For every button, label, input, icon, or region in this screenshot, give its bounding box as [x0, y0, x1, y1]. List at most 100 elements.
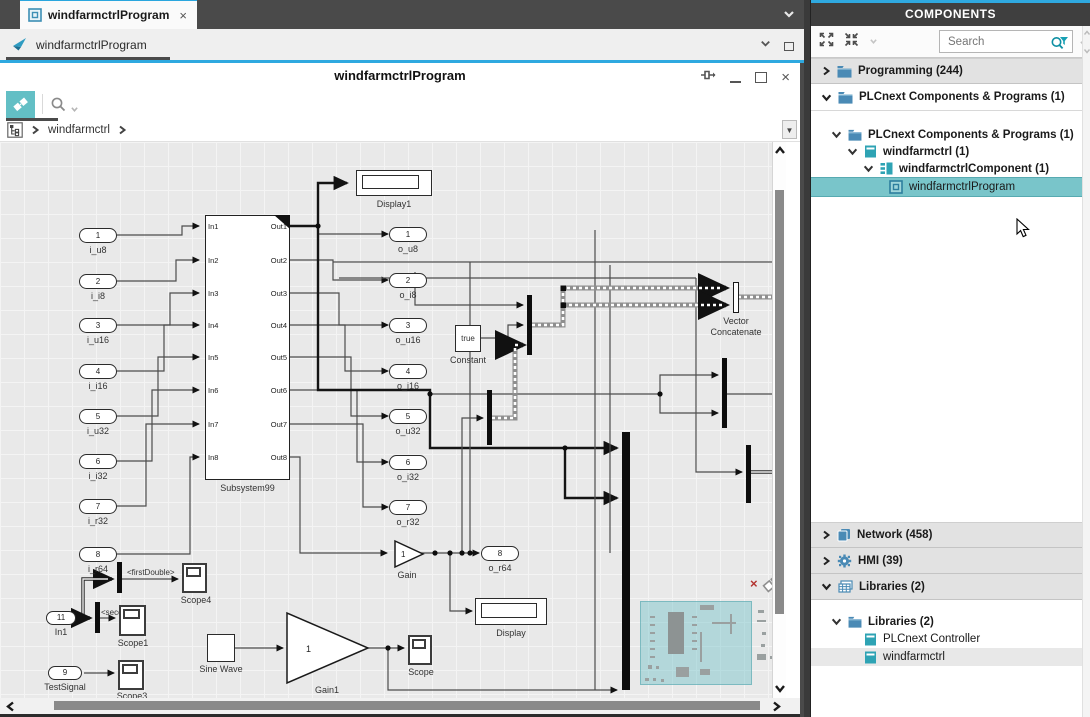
scroll-down-icon[interactable] [774, 684, 786, 693]
inport-block[interactable]: 11 [46, 611, 76, 625]
tree-section-network[interactable]: Network (458) [811, 522, 1090, 548]
outport-block[interactable]: 7 [389, 500, 427, 515]
pin-icon[interactable] [700, 68, 716, 86]
outport-block[interactable]: 5 [389, 409, 427, 424]
chevron-down-icon[interactable] [863, 164, 874, 173]
close-icon[interactable]: × [781, 72, 790, 83]
demux-block[interactable] [95, 602, 100, 633]
toolbar-more-chevron-icon[interactable] [869, 38, 878, 45]
panel-scrollbar[interactable] [1082, 26, 1090, 717]
scope3-block[interactable] [118, 660, 144, 690]
tree-section-hmi[interactable]: HMI (39) [811, 548, 1090, 574]
scroll-right-icon[interactable] [772, 701, 781, 712]
canvas-vertical-scrollbar[interactable] [772, 142, 786, 698]
tree-item-windfarmctrlprogram-selected[interactable]: windfarmctrlProgram [811, 177, 1090, 197]
outport-block[interactable]: 3 [389, 318, 427, 333]
tree-item-windfarmctrlcomponent[interactable]: windfarmctrlComponent (1) [811, 160, 1090, 177]
expand-all-button[interactable] [819, 32, 834, 52]
inport-block[interactable]: 6 [79, 454, 117, 469]
horizontal-scroll-thumb[interactable] [54, 701, 760, 710]
maximize-icon[interactable] [755, 72, 767, 83]
outport-label: o_r32 [389, 517, 427, 527]
chevron-right-icon[interactable] [821, 556, 831, 566]
minimap-viewport[interactable] [640, 601, 752, 685]
search-box[interactable] [939, 30, 1073, 53]
mux-block[interactable] [527, 295, 532, 355]
minimap-close-icon[interactable]: × [750, 576, 758, 591]
constant-block[interactable]: true [455, 325, 481, 352]
inport-block[interactable]: 4 [79, 364, 117, 379]
scope1-block[interactable] [119, 605, 146, 636]
panel-scroll-down-icon[interactable] [1083, 48, 1090, 54]
inport-block[interactable]: 1 [79, 228, 117, 243]
hierarchy-icon[interactable] [7, 122, 23, 138]
gain-block[interactable]: 1 [395, 541, 423, 567]
demux-block[interactable] [117, 562, 122, 593]
mux-block[interactable] [622, 432, 630, 690]
mux-block[interactable] [746, 445, 751, 503]
components-toolbar [811, 26, 1090, 58]
tree-item-windfarmctrl-lib[interactable]: windfarmctrl (1) [811, 143, 1090, 160]
chevron-down-icon[interactable] [831, 130, 842, 139]
active-document-underline [6, 57, 170, 60]
tree-section-programming[interactable]: Programming (244) [811, 58, 1090, 84]
tree-section-libraries[interactable]: Libraries (2) [811, 574, 1090, 600]
scope-block[interactable] [408, 635, 432, 665]
vertical-scroll-thumb[interactable] [775, 190, 784, 614]
search-input[interactable] [940, 36, 1049, 48]
collapse-all-button[interactable] [844, 32, 859, 52]
hmi-icon [837, 554, 852, 568]
scroll-left-icon[interactable] [6, 701, 15, 712]
outport-block[interactable]: 1 [389, 227, 427, 242]
tree-section-plcnext[interactable]: PLCnext Components & Programs (1) [811, 84, 1090, 111]
gain1-block[interactable]: 1 [287, 613, 368, 683]
doc-maximize-icon[interactable] [784, 42, 794, 51]
canvas-horizontal-scrollbar[interactable] [0, 698, 800, 714]
tab-list-chevron-down-icon[interactable] [782, 7, 796, 26]
breadcrumb-item[interactable]: windfarmctrl [48, 124, 110, 136]
outport-block[interactable]: 8 [481, 546, 519, 561]
scope4-block[interactable] [182, 563, 207, 593]
scroll-up-icon[interactable] [774, 146, 786, 155]
subsystem-block[interactable]: In1 In2 In3 In4 In5 In6 In7 In8 Out1 Out… [205, 215, 290, 480]
chevron-down-icon[interactable] [821, 582, 832, 591]
inport-label: i_r32 [79, 516, 117, 526]
panel-scroll-up-icon[interactable] [1083, 30, 1090, 36]
tree-item-windfarmctrl-library[interactable]: windfarmctrl [811, 648, 1090, 666]
inport-block[interactable]: 9 [48, 666, 82, 680]
inport-block[interactable]: 7 [79, 499, 117, 514]
vector-concatenate-block[interactable] [733, 282, 739, 313]
tree-item-plcnext-folder[interactable]: PLCnext Components & Programs (1) [811, 126, 1090, 143]
chevron-down-icon[interactable] [847, 147, 858, 156]
tree-item-plcnext-controller[interactable]: PLCnext Controller [811, 630, 1090, 648]
tab-windfarmctrlprogram[interactable]: windfarmctrlProgram × [20, 0, 197, 29]
tree-label: windfarmctrlComponent (1) [899, 163, 1049, 175]
mux-block[interactable] [487, 390, 492, 445]
chevron-right-icon[interactable] [821, 530, 831, 540]
search-filter-icon[interactable] [1049, 33, 1069, 51]
outport-block[interactable]: 4 [389, 364, 427, 379]
chevron-down-icon[interactable] [831, 617, 842, 626]
outport-block[interactable]: 6 [389, 455, 427, 470]
inport-block[interactable]: 3 [79, 318, 117, 333]
inport-block[interactable]: 8 [79, 547, 117, 562]
sine-wave-block[interactable] [207, 634, 235, 662]
diagram-canvas[interactable]: 1 1 1 i_u8 2 i_i8 3 i_u16 4 i_i16 5 i_u3… [0, 142, 786, 698]
chevron-right-icon[interactable] [821, 66, 831, 76]
display-block[interactable] [475, 598, 547, 625]
inport-block[interactable]: 2 [79, 274, 117, 289]
doc-chevron-down-icon[interactable] [759, 37, 772, 55]
outport-block[interactable]: 2 [389, 273, 427, 288]
inport-block[interactable]: 5 [79, 409, 117, 424]
mux-block[interactable] [722, 358, 727, 428]
connection-mode-button[interactable] [6, 91, 35, 118]
tab-close-icon[interactable]: × [179, 8, 187, 23]
chevron-down-icon[interactable] [821, 93, 832, 102]
breadcrumb-chevron-icon-2[interactable] [118, 125, 127, 135]
minimize-icon[interactable] [730, 72, 741, 83]
breadcrumb-dropdown-button[interactable]: ▼ [782, 120, 797, 139]
display1-block[interactable] [356, 170, 432, 196]
outport-label: o_r64 [481, 563, 519, 573]
zoom-tool-button[interactable] [50, 96, 79, 113]
tree-item-libraries-folder[interactable]: Libraries (2) [811, 613, 1090, 630]
